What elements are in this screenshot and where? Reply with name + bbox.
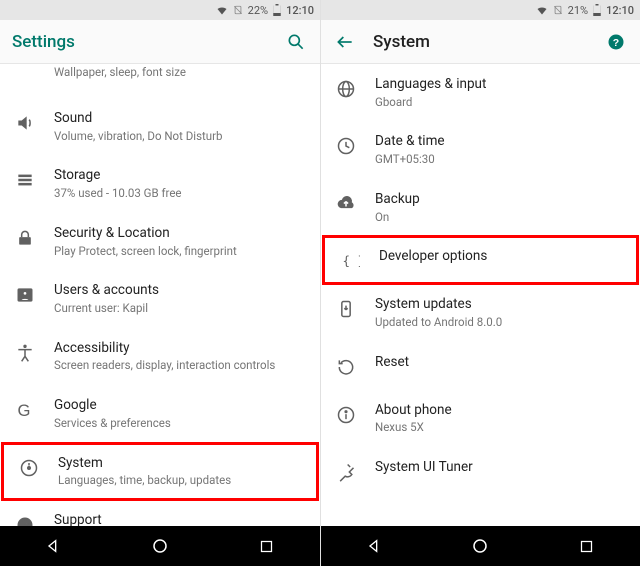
item-label: Backup bbox=[375, 191, 626, 209]
list-item[interactable]: { } Developer options bbox=[322, 235, 639, 285]
system-screen: 21% 12:10 System ? Languages & inputGboa… bbox=[320, 0, 640, 566]
list-item[interactable]: AccessibilityScreen readers, display, in… bbox=[0, 328, 320, 385]
tuner-icon bbox=[335, 461, 357, 483]
page-title: System bbox=[373, 32, 588, 52]
settings-screen: 22% 12:10 Settings Wallpaper, sleep, fon… bbox=[0, 0, 320, 566]
item-subtitle: 37% used - 10.03 GB free bbox=[54, 186, 306, 201]
list-item[interactable]: About phoneNexus 5X bbox=[321, 390, 640, 447]
item-label: System UI Tuner bbox=[375, 459, 626, 477]
list-item[interactable]: Security & LocationPlay Protect, screen … bbox=[0, 213, 320, 270]
battery-icon bbox=[273, 4, 281, 16]
status-bar: 21% 12:10 bbox=[321, 0, 640, 20]
status-bar: 22% 12:10 bbox=[0, 0, 320, 20]
battery-text: 21% bbox=[568, 4, 588, 17]
nav-home-button[interactable] bbox=[150, 536, 170, 556]
item-subtitle: Screen readers, display, interaction con… bbox=[54, 358, 306, 373]
item-subtitle: Languages, time, backup, updates bbox=[58, 473, 302, 488]
item-label: Sound bbox=[54, 110, 306, 128]
no-sim-icon bbox=[553, 4, 563, 16]
item-label: System bbox=[58, 455, 302, 473]
list-item[interactable]: SoundVolume, vibration, Do Not Disturb bbox=[0, 98, 320, 155]
item-subtitle: Volume, vibration, Do Not Disturb bbox=[54, 129, 306, 144]
android-nav-bar bbox=[321, 526, 640, 566]
list-item[interactable]: ?SupportHelp articles, phone & chat supp… bbox=[0, 500, 320, 526]
item-label: Support bbox=[54, 512, 306, 526]
storage-icon bbox=[14, 169, 36, 191]
settings-list[interactable]: Wallpaper, sleep, font size SoundVolume, … bbox=[0, 64, 320, 526]
sysupdate-icon bbox=[335, 298, 357, 320]
language-icon bbox=[335, 78, 357, 100]
item-label: System updates bbox=[375, 296, 626, 314]
item-subtitle: Gboard bbox=[375, 95, 626, 110]
list-item[interactable]: Wallpaper, sleep, font size bbox=[0, 64, 320, 98]
svg-text:?: ? bbox=[613, 36, 619, 48]
app-bar: System ? bbox=[321, 20, 640, 64]
item-label: Date & time bbox=[375, 133, 626, 151]
list-item[interactable]: BackupOn bbox=[321, 179, 640, 236]
nav-recents-button[interactable] bbox=[577, 536, 597, 556]
item-label: About phone bbox=[375, 402, 626, 420]
no-sim-icon bbox=[233, 4, 243, 16]
nav-back-button[interactable] bbox=[364, 536, 384, 556]
android-nav-bar bbox=[0, 526, 320, 566]
list-item[interactable]: Users & accountsCurrent user: Kapil bbox=[0, 270, 320, 327]
svg-text:G: G bbox=[18, 401, 31, 420]
list-item[interactable]: G GoogleServices & preferences bbox=[0, 385, 320, 442]
sound-icon bbox=[14, 112, 36, 134]
devopts-icon: { } bbox=[339, 250, 361, 272]
item-label: Users & accounts bbox=[54, 282, 306, 300]
list-item[interactable]: Storage37% used - 10.03 GB free bbox=[0, 155, 320, 212]
lock-icon bbox=[14, 227, 36, 249]
nav-back-button[interactable] bbox=[43, 536, 63, 556]
list-item[interactable]: System updatesUpdated to Android 8.0.0 bbox=[321, 284, 640, 341]
wallpaper-icon bbox=[14, 66, 36, 88]
back-button[interactable] bbox=[333, 30, 357, 54]
item-label: Accessibility bbox=[54, 340, 306, 358]
item-label: Google bbox=[54, 397, 306, 415]
item-subtitle: Nexus 5X bbox=[375, 420, 626, 435]
search-button[interactable] bbox=[284, 30, 308, 54]
about-icon bbox=[335, 404, 357, 426]
users-icon bbox=[14, 284, 36, 306]
backup-icon bbox=[335, 193, 357, 215]
google-icon: G bbox=[14, 399, 36, 421]
battery-text: 22% bbox=[248, 4, 268, 17]
wifi-icon bbox=[216, 4, 228, 16]
item-subtitle: Services & preferences bbox=[54, 416, 306, 431]
clock-icon bbox=[335, 135, 357, 157]
item-subtitle: Current user: Kapil bbox=[54, 301, 306, 316]
list-item[interactable]: System UI Tuner bbox=[321, 447, 640, 495]
item-subtitle: Play Protect, screen lock, fingerprint bbox=[54, 244, 306, 259]
list-item[interactable]: Languages & inputGboard bbox=[321, 64, 640, 121]
clock-text: 12:10 bbox=[286, 4, 314, 17]
support-icon: ? bbox=[14, 514, 36, 526]
item-label: Security & Location bbox=[54, 225, 306, 243]
item-label: Developer options bbox=[379, 248, 622, 266]
system-list[interactable]: Languages & inputGboardDate & timeGMT+05… bbox=[321, 64, 640, 526]
reset-icon bbox=[335, 356, 357, 378]
clock-text: 12:10 bbox=[606, 4, 634, 17]
svg-text:?: ? bbox=[22, 521, 29, 526]
svg-text:{ }: { } bbox=[343, 254, 361, 269]
wifi-icon bbox=[536, 4, 548, 16]
item-subtitle: Wallpaper, sleep, font size bbox=[54, 65, 306, 80]
list-item[interactable]: Date & timeGMT+05:30 bbox=[321, 121, 640, 178]
list-item[interactable]: SystemLanguages, time, backup, updates bbox=[1, 442, 319, 501]
item-subtitle: GMT+05:30 bbox=[375, 152, 626, 167]
nav-home-button[interactable] bbox=[470, 536, 490, 556]
item-label: Languages & input bbox=[375, 76, 626, 94]
page-title: Settings bbox=[12, 32, 268, 52]
system-icon bbox=[18, 457, 40, 479]
nav-recents-button[interactable] bbox=[257, 536, 277, 556]
item-label: Storage bbox=[54, 167, 306, 185]
accessibility-icon bbox=[14, 342, 36, 364]
app-bar: Settings bbox=[0, 20, 320, 64]
item-subtitle: Updated to Android 8.0.0 bbox=[375, 315, 626, 330]
item-subtitle: On bbox=[375, 210, 626, 225]
list-item[interactable]: Reset bbox=[321, 342, 640, 390]
battery-icon bbox=[593, 4, 601, 16]
help-button[interactable]: ? bbox=[604, 30, 628, 54]
item-label: Reset bbox=[375, 354, 626, 372]
